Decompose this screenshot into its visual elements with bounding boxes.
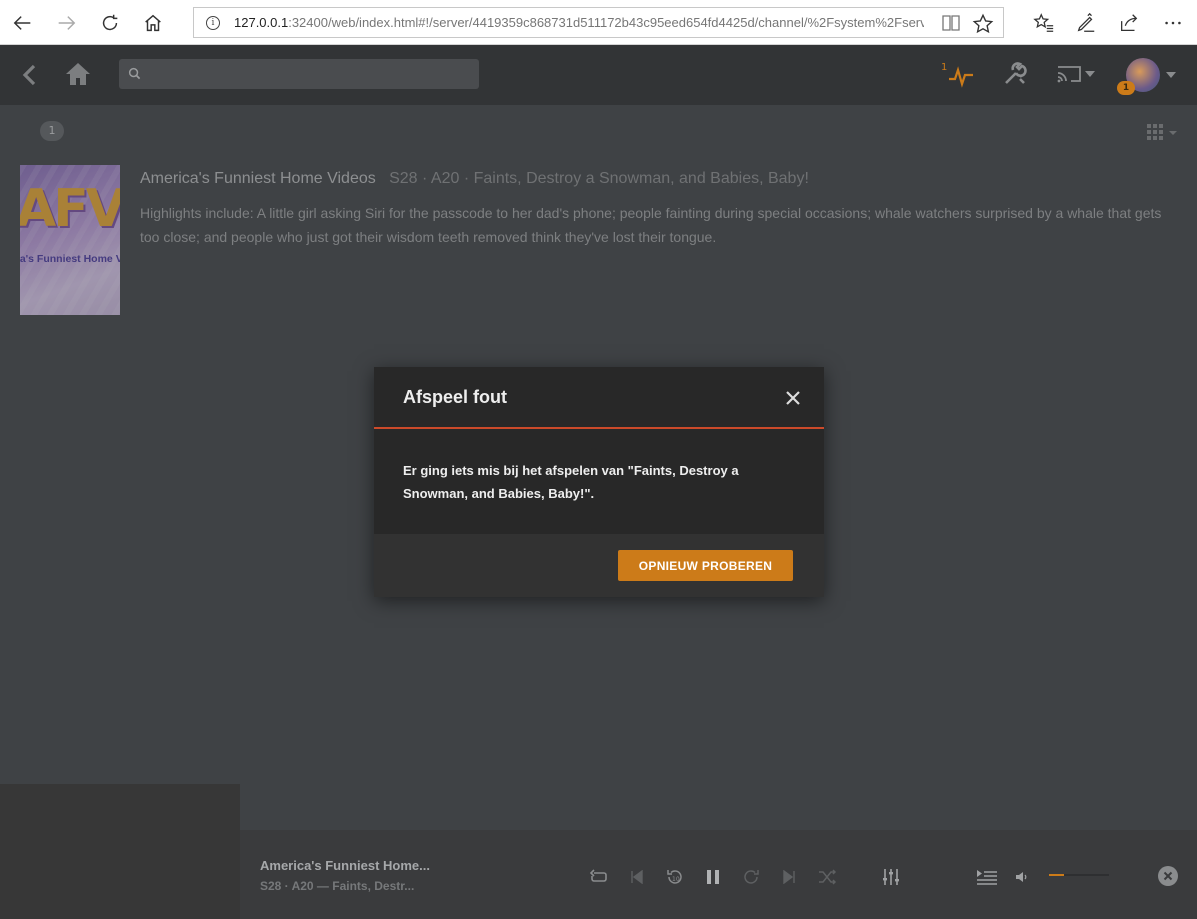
share-icon[interactable]: [1115, 9, 1143, 37]
close-icon[interactable]: [784, 389, 802, 407]
more-menu-icon[interactable]: [1159, 9, 1187, 37]
dialog-header: Afspeel fout: [374, 367, 824, 429]
volume-level: [1049, 874, 1064, 876]
previous-track-icon[interactable]: [626, 866, 648, 888]
equalizer-icon[interactable]: [880, 866, 902, 888]
browser-toolbar: i 127.0.0.1:32400/web/index.html#!/serve…: [0, 0, 1197, 45]
forward-30-icon[interactable]: [740, 866, 762, 888]
site-info-icon[interactable]: i: [206, 15, 220, 30]
reading-view-icon[interactable]: [941, 14, 961, 32]
mini-player: America's Funniest Home... S28 · A20 — F…: [240, 830, 1197, 919]
volume-icon[interactable]: [1011, 866, 1033, 888]
retry-button[interactable]: OPNIEUW PROBEREN: [618, 550, 793, 581]
favorites-list-icon[interactable]: [1030, 9, 1058, 37]
repeat-icon[interactable]: [588, 866, 610, 888]
player-thumbnail[interactable]: [0, 784, 240, 919]
playback-error-dialog: Afspeel fout Er ging iets mis bij het af…: [374, 367, 824, 597]
pause-icon[interactable]: [702, 866, 724, 888]
favorite-star-icon[interactable]: [972, 13, 994, 35]
dialog-message: Er ging iets mis bij het afspelen van "F…: [403, 463, 739, 501]
pen-annotate-icon[interactable]: [1072, 9, 1100, 37]
player-title[interactable]: America's Funniest Home...: [260, 858, 430, 873]
home-icon[interactable]: [138, 8, 168, 38]
refresh-icon[interactable]: [95, 8, 125, 38]
next-track-icon[interactable]: [778, 866, 800, 888]
dialog-footer: OPNIEUW PROBEREN: [374, 534, 824, 597]
svg-text:10: 10: [672, 876, 680, 883]
shuffle-icon[interactable]: [816, 866, 838, 888]
url-text[interactable]: 127.0.0.1:32400/web/index.html#!/server/…: [234, 15, 924, 30]
rewind-10-icon[interactable]: 10: [664, 866, 686, 888]
player-subtitle[interactable]: S28 · A20 — Faints, Destr...: [260, 879, 414, 893]
volume-slider[interactable]: [1049, 874, 1109, 876]
play-queue-icon[interactable]: [976, 866, 998, 888]
forward-arrow-icon[interactable]: [51, 8, 81, 38]
dialog-title: Afspeel fout: [403, 387, 508, 407]
address-bar[interactable]: i 127.0.0.1:32400/web/index.html#!/serve…: [193, 7, 1004, 38]
back-arrow-icon[interactable]: [8, 8, 38, 38]
close-player-icon[interactable]: [1158, 866, 1178, 886]
